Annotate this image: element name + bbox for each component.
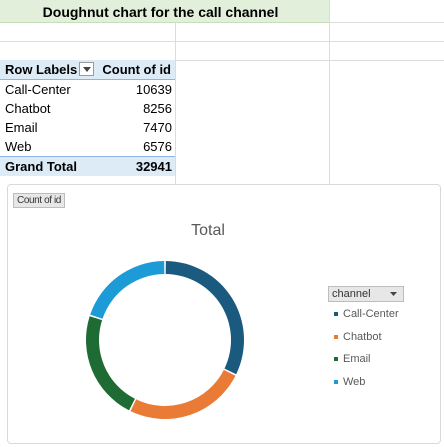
- pivot-header-row: Row Labels Count of id: [0, 60, 175, 80]
- grand-total-label: Grand Total: [5, 159, 77, 174]
- pivot-total-row[interactable]: Grand Total 32941: [0, 156, 175, 176]
- donut-slice-email[interactable]: [86, 316, 135, 411]
- legend-field-label: channel: [332, 288, 371, 300]
- pivot-row-value: 7470: [143, 120, 172, 135]
- pivot-row-label: Chatbot: [5, 101, 51, 116]
- legend-label: Call-Center: [343, 308, 399, 320]
- pivot-row-label: Web: [5, 139, 32, 154]
- pivot-table: Row Labels Count of id Call-Center 10639…: [0, 60, 175, 176]
- row-labels-header[interactable]: Row Labels: [5, 60, 77, 79]
- pivot-row[interactable]: Web 6576: [0, 137, 175, 156]
- legend-swatch: [334, 379, 338, 384]
- count-of-id-header[interactable]: Count of id: [102, 60, 171, 79]
- legend-label: Email: [343, 353, 371, 365]
- legend-label: Chatbot: [343, 330, 382, 343]
- grand-total-value: 32941: [135, 159, 172, 174]
- pivot-row-label: Email: [5, 120, 38, 135]
- legend-swatch: [334, 334, 338, 339]
- legend-field-button[interactable]: channel: [328, 286, 404, 302]
- sheet-title: Doughnut chart for the call channel: [42, 4, 279, 20]
- pivot-row-value: 10639: [135, 82, 172, 97]
- chart-title[interactable]: Total: [168, 222, 248, 240]
- pivot-row[interactable]: Call-Center 10639: [0, 80, 175, 99]
- row-labels-filter-button[interactable]: [79, 62, 94, 76]
- sheet-title-cell[interactable]: Doughnut chart for the call channel: [0, 0, 329, 23]
- pivot-row-value: 6576: [143, 139, 172, 154]
- donut-slice-call-center[interactable]: [165, 261, 245, 375]
- donut-slice-web[interactable]: [90, 261, 165, 319]
- pivot-row[interactable]: Email 7470: [0, 118, 175, 137]
- legend-swatch: [334, 312, 338, 316]
- pivot-row-value: 8256: [143, 101, 172, 116]
- donut-slice-chatbot[interactable]: [130, 369, 236, 419]
- chevron-down-icon: [390, 292, 397, 296]
- pivot-row-label: Call-Center: [5, 82, 71, 97]
- pivot-row[interactable]: Chatbot 8256: [0, 99, 175, 118]
- legend-swatch: [334, 357, 338, 361]
- chevron-down-icon: [83, 67, 91, 72]
- legend-label: Web: [343, 375, 366, 388]
- doughnut-chart[interactable]: [80, 255, 250, 425]
- value-field-button[interactable]: Count of id: [13, 193, 65, 208]
